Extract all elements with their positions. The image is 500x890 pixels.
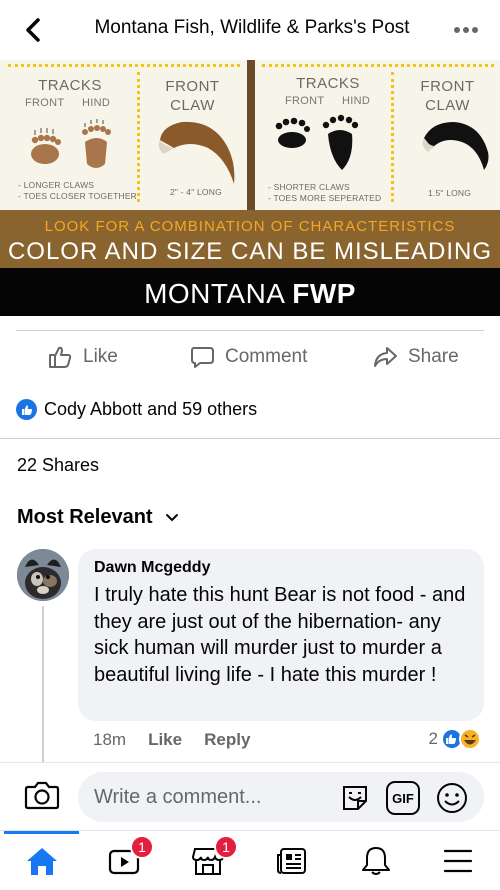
comment-bubble[interactable]: Dawn Mcgeddy I truly hate this hunt Bear…	[78, 549, 484, 721]
page-title: Montana Fish, Wildlife & Parks's Post	[94, 17, 410, 38]
chevron-down-icon	[165, 513, 178, 521]
comment-input-container[interactable]	[78, 772, 484, 822]
comment-input[interactable]	[94, 785, 334, 809]
bell-icon	[362, 847, 390, 875]
nav-menu[interactable]	[438, 843, 478, 879]
front-label: FRONT	[25, 97, 65, 109]
comment-time: 18m	[93, 730, 127, 749]
grizzly-tracks-icon	[31, 119, 111, 168]
comment-reply-link[interactable]: Reply	[204, 730, 250, 750]
more-options-button[interactable]	[450, 18, 482, 42]
nav-home[interactable]	[22, 843, 62, 879]
band-heading: LOOK FOR A COMBINATION OF CHARACTERISTIC…	[44, 218, 456, 235]
nav-watch[interactable]: 1	[104, 835, 154, 879]
grizzly-claw-icon	[158, 121, 235, 184]
home-icon	[27, 848, 57, 875]
dotted-divider	[391, 72, 394, 202]
comment-like-link[interactable]: Like	[148, 730, 182, 750]
notification-badge: 1	[130, 835, 154, 859]
dotted-divider	[137, 72, 140, 202]
hind-label: HIND	[342, 95, 371, 107]
comment-meta: 18m Like Reply	[93, 730, 250, 750]
comment-text: I truly hate this hunt Bear is not food …	[94, 584, 466, 686]
like-button[interactable]: Like	[47, 344, 118, 370]
comment-sort-dropdown[interactable]: Most Relevant	[17, 506, 179, 529]
sticker-button[interactable]	[338, 781, 372, 820]
divider	[16, 330, 484, 331]
claw-length: 1.5" LONG	[428, 188, 472, 198]
fwp-logo-text: MONTANA FWP	[0, 278, 500, 310]
comment-reaction-count: 2	[428, 729, 438, 748]
share-button[interactable]: Share	[372, 344, 459, 370]
comment-label: Comment	[225, 346, 308, 367]
bottom-nav: 1 1	[0, 830, 500, 890]
claw-length: 2" - 4" LONG	[170, 187, 222, 197]
note-line: - SHORTER CLAWS	[268, 182, 350, 192]
tracks-label: TRACKS	[38, 77, 102, 94]
black-bear-tracks-icon	[275, 114, 359, 170]
gif-button[interactable]: GIF	[386, 781, 420, 815]
comment-composer: GIF	[0, 762, 500, 830]
emoji-button[interactable]	[435, 781, 469, 820]
post-image[interactable]: TRACKS FRONT HIND FRONT CLAW - LONGER CL…	[0, 60, 500, 316]
comment-reactions[interactable]: 2	[429, 727, 486, 751]
divider	[0, 438, 500, 439]
note-line: - LONGER CLAWS	[18, 180, 95, 190]
shares-count[interactable]: 22 Shares	[17, 455, 99, 476]
like-reaction-icon	[16, 399, 37, 420]
sticker-icon	[343, 786, 367, 810]
thumbs-up-icon	[49, 346, 72, 368]
dog-avatar-icon	[17, 549, 69, 601]
share-arrow-icon	[374, 347, 397, 367]
notification-badge: 1	[214, 835, 238, 859]
newspaper-icon	[277, 848, 306, 874]
front-claw-label: FRONT CLAW	[165, 78, 220, 114]
like-haha-reaction-icon	[441, 728, 481, 750]
comment-button[interactable]: Comment	[189, 344, 307, 370]
post-actions: Like Comment Share	[0, 332, 500, 382]
front-label: FRONT	[285, 95, 325, 107]
fwp-logo-bold: FWP	[292, 278, 356, 309]
dotted-border	[8, 64, 240, 67]
active-tab-indicator	[4, 831, 79, 834]
note-line: - TOES MORE SEPERATED	[268, 193, 382, 203]
camera-button[interactable]	[24, 779, 60, 816]
like-label: Like	[83, 346, 118, 367]
reaction-summary[interactable]: Cody Abbott and 59 others	[16, 399, 257, 420]
nav-marketplace[interactable]: 1	[188, 835, 238, 879]
front-claw-label: FRONT CLAW	[420, 78, 475, 114]
nav-news[interactable]	[272, 843, 312, 879]
band-subheading: COLOR AND SIZE CAN BE MISLEADING	[7, 238, 493, 265]
post-header: Montana Fish, Wildlife & Parks's Post	[0, 0, 500, 60]
claw-note: - LONGER CLAWS - TOES CLOSER TOGETHER	[18, 180, 137, 202]
nav-notifications[interactable]	[356, 843, 396, 879]
sort-label: Most Relevant	[17, 506, 153, 528]
dotted-border	[262, 64, 494, 67]
tracks-label: TRACKS	[296, 75, 360, 92]
camera-icon	[24, 781, 60, 810]
emoji-icon	[437, 783, 467, 813]
chevron-left-icon	[26, 18, 40, 42]
panel-divider	[247, 60, 255, 210]
avatar[interactable]	[17, 549, 69, 601]
gif-label: GIF	[392, 790, 414, 806]
claw-note: - SHORTER CLAWS - TOES MORE SEPERATED	[268, 182, 381, 204]
back-button[interactable]	[18, 14, 48, 46]
note-line: - TOES CLOSER TOGETHER	[18, 191, 138, 201]
more-dots-icon	[454, 27, 478, 33]
reaction-names: Cody Abbott and 59 others	[44, 399, 258, 419]
thread-line	[42, 606, 44, 762]
black-bear-claw-icon	[422, 122, 489, 170]
hind-label: HIND	[82, 97, 111, 109]
comment-bubble-icon	[191, 347, 214, 368]
share-label: Share	[408, 346, 459, 367]
fwp-logo-light: MONTANA	[144, 278, 293, 309]
comment-author[interactable]: Dawn Mcgeddy	[94, 559, 468, 577]
hamburger-menu-icon	[443, 849, 473, 873]
